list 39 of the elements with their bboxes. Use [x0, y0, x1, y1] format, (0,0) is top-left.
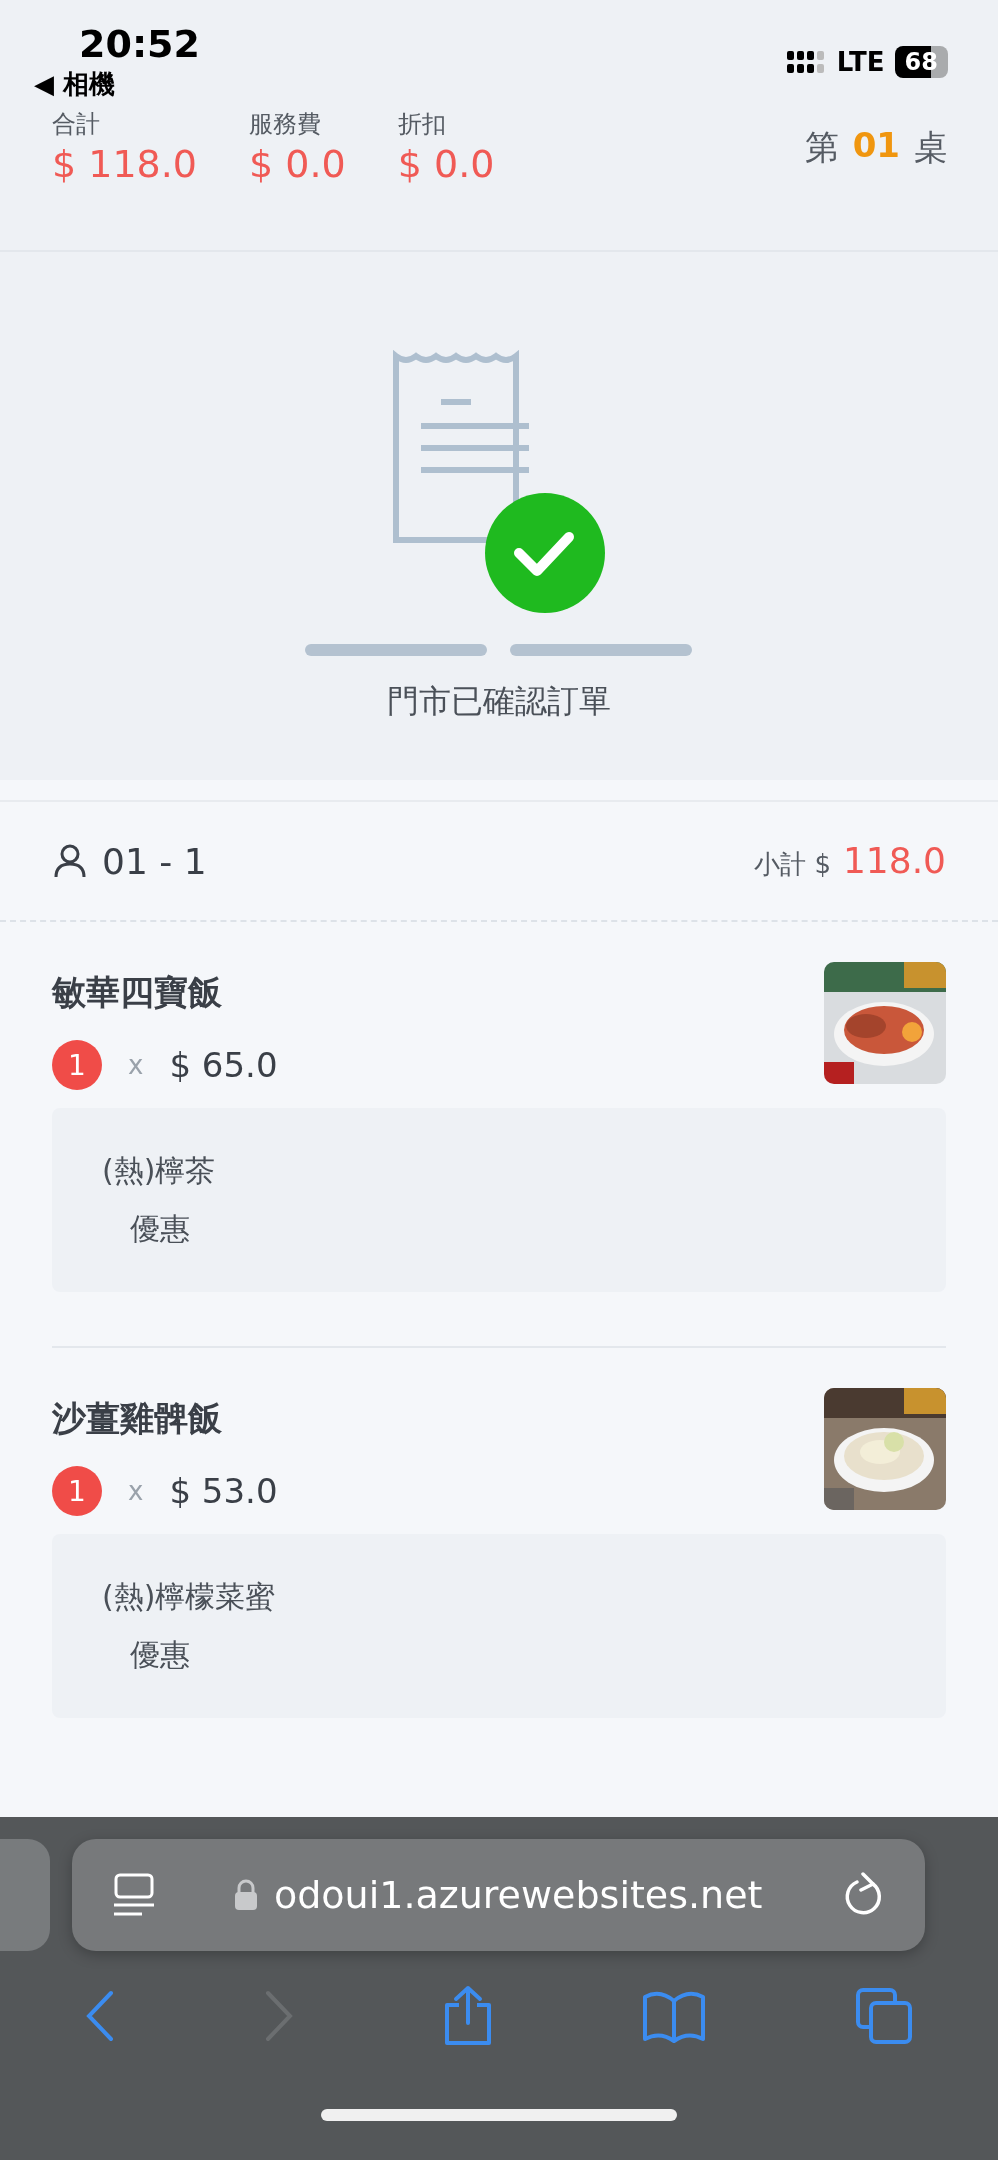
quantity-badge: 1	[52, 1466, 102, 1516]
item-price: $ 53.0	[169, 1471, 278, 1511]
tabs-icon[interactable]	[855, 1987, 914, 2045]
total-value: $ 118.0	[52, 141, 198, 188]
item-price: $ 65.0	[169, 1045, 278, 1085]
previous-tab[interactable]	[0, 1839, 50, 1951]
item-name: 沙薑雞髀飯	[52, 1397, 223, 1440]
person-icon	[52, 843, 88, 879]
times-sign: x	[128, 1050, 144, 1080]
subtotal-label: 小計 $	[754, 848, 831, 881]
table-number: 01	[852, 125, 900, 167]
signal-icon	[786, 49, 827, 75]
item-name: 敏華四寶飯	[52, 971, 223, 1014]
address-bar[interactable]: odoui1.azurewebsites.net	[72, 1839, 925, 1951]
times-sign: x	[128, 1476, 144, 1506]
url-text: odoui1.azurewebsites.net	[274, 1873, 763, 1917]
back-to-app-link[interactable]: ◀ 相機	[34, 66, 200, 102]
guest-name: 01 - 1	[102, 840, 207, 882]
book-icon[interactable]	[642, 1989, 707, 2043]
total-value: $ 0.0	[397, 141, 495, 188]
confirmation-message: 門市已確認訂單	[387, 681, 611, 722]
sub-option-name: 優惠	[130, 1210, 191, 1248]
total-label: 服務費	[249, 109, 323, 140]
status-time: 20:52	[79, 22, 200, 66]
subtotal-value: 118.0	[842, 840, 946, 881]
network-label: LTE	[836, 47, 885, 77]
share-icon[interactable]	[442, 1985, 493, 2047]
total-label: 合計	[52, 109, 101, 140]
lock-icon	[234, 1879, 258, 1911]
option-name: (熱)檸茶	[102, 1152, 217, 1190]
sub-option-name: 優惠	[130, 1636, 191, 1674]
back-icon[interactable]	[84, 1990, 115, 2042]
quantity-badge: 1	[52, 1040, 102, 1090]
total-label: 折扣	[397, 109, 447, 140]
total-value: $ 0.0	[249, 141, 346, 188]
table-suffix: 桌	[914, 126, 948, 169]
table-prefix: 第	[804, 126, 839, 169]
option-name: (熱)檸檬菜蜜	[102, 1578, 277, 1616]
page-menu-icon	[112, 1872, 156, 1918]
